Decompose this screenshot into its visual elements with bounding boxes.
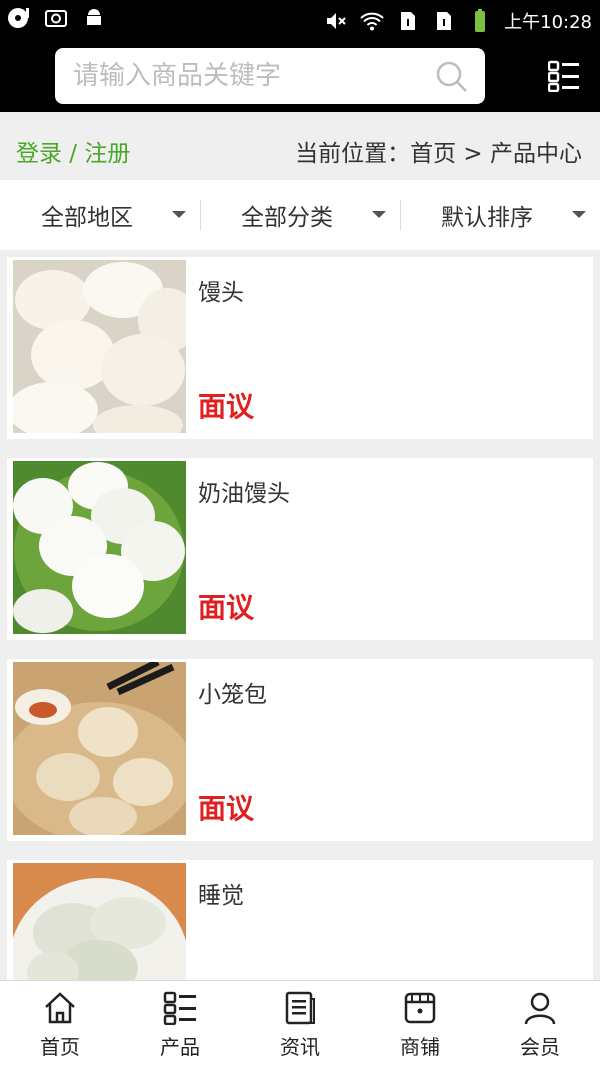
- search-box: [55, 48, 485, 104]
- filter-region[interactable]: 全部地区: [0, 180, 200, 250]
- sim2-icon: [437, 12, 452, 30]
- product-list: 馒头 面议 奶油馒头 面议 小笼包 面议 睡觉: [0, 250, 600, 980]
- android-icon: [87, 9, 101, 25]
- search-input[interactable]: [73, 58, 423, 94]
- home-icon: [45, 992, 75, 1024]
- nav-products[interactable]: 产品: [120, 981, 240, 1067]
- status-time: 上午10:28: [504, 12, 592, 33]
- product-name: 小笼包: [198, 682, 267, 708]
- product-item[interactable]: 小笼包 面议: [7, 659, 593, 841]
- shop-icon: [404, 992, 436, 1024]
- header: [0, 40, 600, 112]
- nav-label: 首页: [40, 1035, 80, 1059]
- product-price: 面议: [198, 390, 255, 423]
- login-register-link[interactable]: 登录 / 注册: [16, 134, 130, 168]
- product-image: [13, 863, 186, 980]
- dropdown-arrow-icon: [572, 211, 586, 218]
- nav-label: 会员: [520, 1035, 560, 1059]
- menu-icon[interactable]: [548, 60, 580, 92]
- cd-icon: [8, 8, 29, 28]
- filter-sort[interactable]: 默认排序: [400, 180, 600, 250]
- nav-label: 产品: [160, 1035, 200, 1059]
- user-icon: [524, 992, 556, 1025]
- product-image: [13, 260, 186, 433]
- breadcrumb: 当前位置：首页 > 产品中心: [295, 141, 582, 167]
- battery-icon: [475, 9, 486, 32]
- filter-label: 全部地区: [41, 205, 133, 231]
- filter-label: 全部分类: [241, 205, 333, 231]
- product-name: 馒头: [198, 280, 244, 306]
- dropdown-arrow-icon: [172, 211, 186, 218]
- product-name: 睡觉: [198, 883, 244, 909]
- status-bar: 上午10:28: [0, 0, 600, 40]
- breadcrumb-bar: 登录 / 注册 当前位置：首页 > 产品中心: [0, 112, 600, 180]
- nav-member[interactable]: 会员: [480, 981, 600, 1067]
- search-icon[interactable]: [435, 60, 469, 94]
- sim1-icon: [401, 12, 416, 30]
- dropdown-arrow-icon: [372, 211, 386, 218]
- nav-home[interactable]: 首页: [0, 981, 120, 1067]
- product-price: 面议: [198, 591, 255, 624]
- product-name: 奶油馒头: [198, 481, 290, 507]
- grid-list-icon: [163, 991, 196, 1025]
- filter-label: 默认排序: [441, 205, 533, 231]
- screenshot-icon: [45, 10, 67, 27]
- nav-label: 商铺: [400, 1035, 440, 1059]
- product-item[interactable]: 奶油馒头 面议: [7, 458, 593, 640]
- bottom-nav: 首页 产品 资讯 商铺 会员: [0, 980, 600, 1067]
- wifi-icon: [360, 12, 384, 31]
- product-item[interactable]: 馒头 面议: [7, 257, 593, 439]
- product-price: 面议: [198, 792, 255, 825]
- filter-bar: 全部地区 全部分类 默认排序: [0, 180, 600, 250]
- product-image: [13, 461, 186, 634]
- mute-icon: [327, 13, 346, 29]
- filter-category[interactable]: 全部分类: [200, 180, 400, 250]
- news-icon: [285, 991, 315, 1025]
- nav-label: 资讯: [280, 1035, 320, 1059]
- nav-shops[interactable]: 商铺: [360, 981, 480, 1067]
- nav-news[interactable]: 资讯: [240, 981, 360, 1067]
- product-image: [13, 662, 186, 835]
- product-item[interactable]: 睡觉: [7, 860, 593, 980]
